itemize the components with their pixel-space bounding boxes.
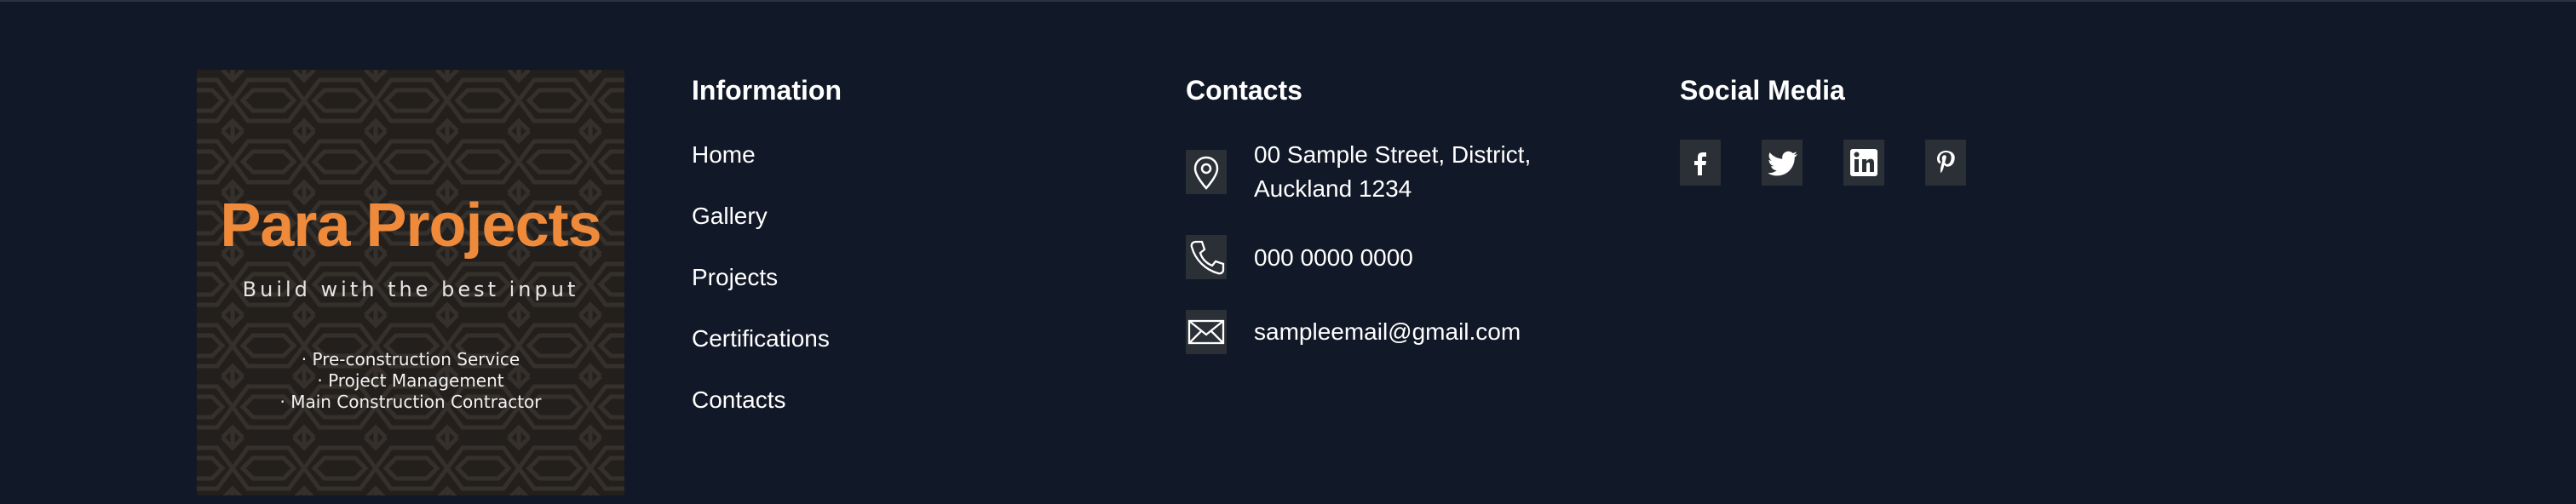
envelope-icon — [1186, 310, 1227, 354]
twitter-icon[interactable] — [1762, 140, 1803, 186]
company-logo-card: Para Projects Build with the best input … — [197, 70, 624, 495]
company-tagline: Build with the best input — [242, 278, 579, 301]
service-item: · Pre-construction Service — [301, 349, 520, 369]
site-footer: Para Projects Build with the best input … — [0, 0, 2576, 504]
service-item: · Main Construction Contractor — [279, 392, 542, 412]
footer-link-certifications[interactable]: Certifications — [692, 325, 830, 352]
contact-phone[interactable]: 000 0000 0000 — [1254, 241, 1413, 275]
footer-link-gallery[interactable]: Gallery — [692, 203, 768, 230]
linkedin-icon[interactable] — [1843, 140, 1884, 186]
service-item: · Project Management — [317, 370, 504, 391]
information-heading: Information — [692, 75, 842, 106]
footer-link-contacts[interactable]: Contacts — [692, 387, 786, 414]
social-media-heading: Social Media — [1680, 75, 1845, 106]
pinterest-icon[interactable] — [1925, 140, 1966, 186]
contact-address-line2: Auckland 1234 — [1254, 175, 1412, 202]
contact-address-line1: 00 Sample Street, District, — [1254, 141, 1532, 168]
location-pin-icon — [1186, 150, 1227, 194]
facebook-icon[interactable] — [1680, 140, 1721, 186]
company-name: Para Projects — [220, 192, 601, 260]
contact-email[interactable]: sampleemail@gmail.com — [1254, 315, 1521, 349]
footer-link-projects[interactable]: Projects — [692, 264, 778, 291]
services-list: · Pre-construction Service · Project Man… — [197, 349, 624, 413]
footer-link-home[interactable]: Home — [692, 141, 756, 169]
phone-icon — [1186, 235, 1227, 279]
contacts-heading: Contacts — [1186, 75, 1302, 106]
